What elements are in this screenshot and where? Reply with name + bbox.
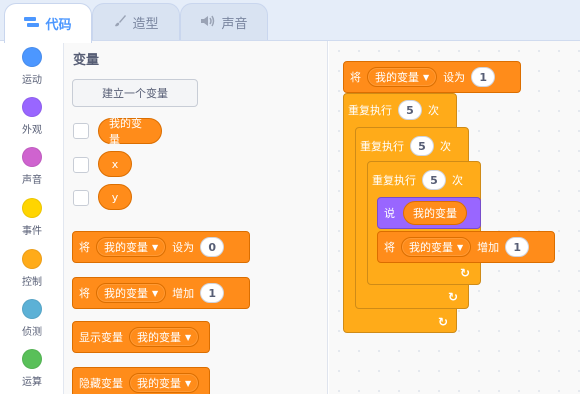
looks-dot-icon <box>22 97 42 117</box>
say-reporter-my-variable[interactable]: 我的变量 <box>403 201 467 225</box>
loop-arrow-icon: ↻ <box>438 315 449 329</box>
dropdown-arrow-icon: ▼ <box>152 288 159 298</box>
script-area[interactable]: 将 我的变量 ▼ 设为 1 重复执行 5 次 ↻ 重复执行 5 次 ↻ 重复执行… <box>329 41 580 394</box>
dropdown-value: 我的变量 <box>137 377 181 390</box>
variable-dropdown[interactable]: 我的变量 ▼ <box>96 283 167 303</box>
reporter-y[interactable]: y <box>98 184 132 210</box>
repeat-count-input[interactable]: 5 <box>410 136 434 156</box>
operators-dot-icon <box>22 349 42 369</box>
repeat-unit: 次 <box>428 104 439 117</box>
reporter-my-variable[interactable]: 我的变量 <box>98 117 162 146</box>
dropdown-arrow-icon: ▼ <box>423 72 430 82</box>
block-label: 将 <box>350 71 361 84</box>
value-input[interactable]: 1 <box>505 237 530 257</box>
tab-sounds-label: 声音 <box>221 17 248 32</box>
dropdown-arrow-icon: ▼ <box>185 332 192 342</box>
category-label: 声音 <box>22 175 42 186</box>
category-operators[interactable]: 运算 <box>0 349 64 388</box>
reporter-x[interactable]: x <box>98 151 132 177</box>
variable-dropdown[interactable]: 我的变量 ▼ <box>367 67 438 87</box>
category-label: 运算 <box>22 377 42 388</box>
category-motion[interactable]: 运动 <box>0 47 64 86</box>
block-op: 增加 <box>477 241 500 254</box>
tab-code-label: 代码 <box>45 18 72 33</box>
say-block[interactable]: 说 我的变量 <box>377 197 481 229</box>
repeat-label: 重复执行 <box>360 140 404 153</box>
repeat-count-input[interactable]: 5 <box>398 100 422 120</box>
dropdown-arrow-icon: ▼ <box>185 378 192 388</box>
script-change-variable-block[interactable]: 将 我的变量 ▼ 增加 1 <box>377 231 555 263</box>
category-menu: 运动 外观 声音 事件 控制 侦测 运算 <box>0 41 64 394</box>
code-icon <box>24 16 40 32</box>
block-palette: 变量 建立一个变量 我的变量 x y 将 我的变量 ▼ 设为 0 将 我的变量 … <box>64 41 328 394</box>
dropdown-value: 我的变量 <box>104 241 148 254</box>
set-variable-block[interactable]: 将 我的变量 ▼ 设为 0 <box>72 231 250 263</box>
repeat-count-input[interactable]: 5 <box>422 170 446 190</box>
block-label: 将 <box>79 241 90 254</box>
variable-dropdown[interactable]: 我的变量 ▼ <box>129 327 200 347</box>
block-label: 隐藏变量 <box>79 377 123 390</box>
events-dot-icon <box>22 198 42 218</box>
repeat-label: 重复执行 <box>372 174 416 187</box>
dropdown-value: 我的变量 <box>409 241 453 254</box>
category-sensing[interactable]: 侦测 <box>0 299 64 338</box>
tab-sounds[interactable]: 声音 <box>180 3 268 41</box>
block-op: 设为 <box>172 241 195 254</box>
x-checkbox[interactable] <box>73 157 89 173</box>
dropdown-arrow-icon: ▼ <box>152 242 159 252</box>
tab-code[interactable]: 代码 <box>4 3 92 43</box>
say-label: 说 <box>384 207 395 220</box>
category-events[interactable]: 事件 <box>0 198 64 237</box>
category-label: 控制 <box>22 277 42 288</box>
value-input[interactable]: 1 <box>200 283 225 303</box>
category-label: 事件 <box>22 226 42 237</box>
block-label: 将 <box>79 287 90 300</box>
repeat-label: 重复执行 <box>348 104 392 117</box>
category-looks[interactable]: 外观 <box>0 97 64 136</box>
control-dot-icon <box>22 249 42 269</box>
show-variable-block[interactable]: 显示变量 我的变量 ▼ <box>72 321 210 353</box>
brush-icon <box>113 14 127 32</box>
block-label: 显示变量 <box>79 331 123 344</box>
category-label: 外观 <box>22 125 42 136</box>
variable-dropdown[interactable]: 我的变量 ▼ <box>96 237 167 257</box>
motion-dot-icon <box>22 47 42 67</box>
tab-costumes[interactable]: 造型 <box>92 3 180 41</box>
editor-main: 运动 外观 声音 事件 控制 侦测 运算 变量 建立一个变量 我的变量 x y … <box>0 40 580 394</box>
repeat-unit: 次 <box>440 140 451 153</box>
tab-costumes-label: 造型 <box>132 17 159 32</box>
variable-dropdown[interactable]: 我的变量 ▼ <box>401 237 472 257</box>
change-variable-block[interactable]: 将 我的变量 ▼ 增加 1 <box>72 277 250 309</box>
category-control[interactable]: 控制 <box>0 249 64 288</box>
category-label: 运动 <box>22 75 42 86</box>
value-input[interactable]: 1 <box>471 67 496 87</box>
repeat-header: 重复执行 5 次 <box>360 136 451 156</box>
value-input[interactable]: 0 <box>200 237 225 257</box>
loop-arrow-icon: ↻ <box>460 266 471 280</box>
sensing-dot-icon <box>22 299 42 319</box>
repeat-header: 重复执行 5 次 <box>348 100 439 120</box>
editor-tabs: 代码 造型 声音 <box>0 0 580 43</box>
block-op: 设为 <box>443 71 466 84</box>
speaker-icon <box>200 14 216 32</box>
script-set-variable-block[interactable]: 将 我的变量 ▼ 设为 1 <box>343 61 521 93</box>
category-label: 侦测 <box>22 327 42 338</box>
block-op: 增加 <box>172 287 195 300</box>
loop-arrow-icon: ↻ <box>448 290 459 304</box>
category-sound[interactable]: 声音 <box>0 147 64 186</box>
dropdown-arrow-icon: ▼ <box>457 242 464 252</box>
y-checkbox[interactable] <box>73 190 89 206</box>
palette-section-title: 变量 <box>73 53 100 68</box>
sound-dot-icon <box>22 147 42 167</box>
hide-variable-block[interactable]: 隐藏变量 我的变量 ▼ <box>72 367 210 394</box>
block-label: 将 <box>384 241 395 254</box>
variable-dropdown[interactable]: 我的变量 ▼ <box>129 373 200 393</box>
dropdown-value: 我的变量 <box>137 331 181 344</box>
dropdown-value: 我的变量 <box>104 287 148 300</box>
dropdown-value: 我的变量 <box>375 71 419 84</box>
repeat-unit: 次 <box>452 174 463 187</box>
make-variable-button[interactable]: 建立一个变量 <box>72 79 198 107</box>
repeat-header: 重复执行 5 次 <box>372 170 463 190</box>
variable-checkbox[interactable] <box>73 123 89 139</box>
